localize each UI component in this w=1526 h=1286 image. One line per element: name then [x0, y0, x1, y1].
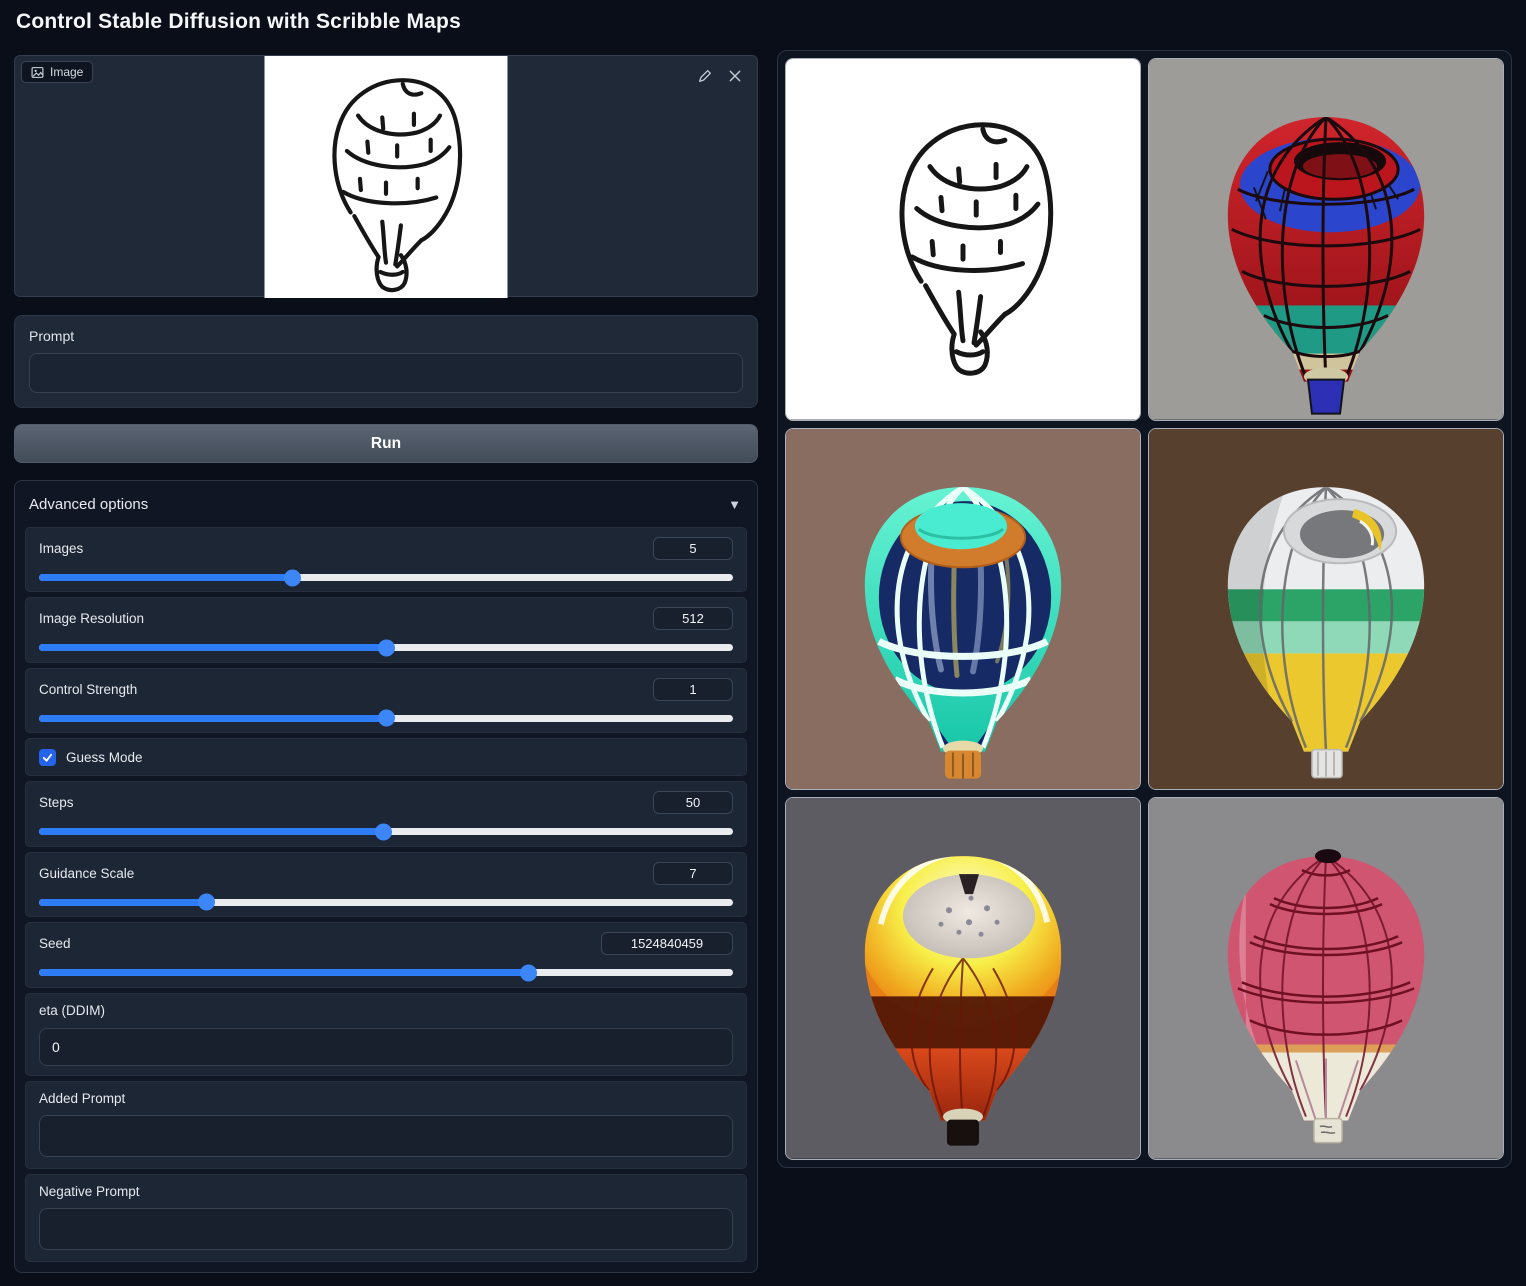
eta-row: eta (DDIM): [25, 992, 747, 1076]
image-component-label: Image: [50, 65, 84, 79]
gallery-item-pink-balloon[interactable]: [1148, 797, 1504, 1160]
control-strength-slider-handle[interactable]: [378, 709, 395, 727]
images-slider-track[interactable]: [39, 569, 733, 586]
result-gallery: [777, 50, 1512, 1168]
image-resolution-slider-track[interactable]: [39, 639, 733, 657]
advanced-options-label: Advanced options: [29, 495, 149, 513]
added-prompt-label: Added Prompt: [39, 1090, 126, 1106]
negative-prompt-input[interactable]: [39, 1207, 733, 1250]
steps-label: Steps: [39, 795, 74, 811]
uploaded-scribble-image[interactable]: [264, 56, 508, 298]
guidance-scale-value-input[interactable]: [653, 861, 733, 885]
steps-slider-track[interactable]: [39, 823, 733, 841]
images-slider-handle[interactable]: [284, 569, 302, 586]
guidance-scale-slider-handle[interactable]: [197, 893, 215, 911]
run-button[interactable]: Run: [14, 424, 758, 463]
chevron-down-icon: ▼: [728, 496, 741, 512]
negative-prompt-label: Negative Prompt: [39, 1183, 140, 1199]
prompt-panel: Prompt: [14, 315, 758, 408]
check-icon: [42, 753, 53, 762]
gallery-item-orange-balloon[interactable]: [785, 797, 1141, 1160]
image-resolution-label: Image Resolution: [39, 611, 145, 627]
guess-mode-row: Guess Mode: [25, 738, 747, 777]
images-slider-row: Images: [25, 527, 747, 593]
image-resolution-value-input[interactable]: [653, 607, 733, 631]
app-page: Control Stable Diffusion with Scribble M…: [0, 0, 1526, 1286]
control-strength-slider-row: Control Strength: [25, 667, 747, 734]
guess-mode-checkbox[interactable]: [39, 748, 56, 766]
negative-prompt-row: Negative Prompt: [25, 1173, 747, 1262]
steps-slider-row: Steps: [25, 781, 747, 847]
guidance-scale-slider-row: Guidance Scale: [25, 851, 747, 918]
control-strength-label: Control Strength: [39, 681, 138, 697]
page-title: Control Stable Diffusion with Scribble M…: [16, 10, 461, 33]
images-label: Images: [39, 541, 84, 556]
steps-value-input[interactable]: [653, 791, 733, 815]
gallery-item-red-balloon[interactable]: [1148, 58, 1504, 421]
advanced-options-accordion: Advanced options ▼ Images Image Resoluti…: [14, 480, 758, 1273]
added-prompt-input[interactable]: [39, 1114, 733, 1157]
control-strength-slider-track[interactable]: [39, 709, 733, 727]
steps-slider-handle[interactable]: [374, 823, 392, 841]
added-prompt-row: Added Prompt: [25, 1080, 747, 1169]
edit-icon[interactable]: [697, 68, 713, 84]
images-value-input[interactable]: [653, 537, 733, 560]
image-resolution-slider-handle[interactable]: [378, 639, 395, 657]
advanced-options-body: Images Image Resolution Control St: [25, 527, 747, 1262]
gallery-item-teal-balloon[interactable]: [785, 427, 1141, 791]
gallery-item-scribble[interactable]: [785, 58, 1141, 421]
image-icon: [31, 66, 44, 78]
guess-mode-label: Guess Mode: [66, 749, 143, 765]
seed-slider-row: Seed: [25, 922, 747, 988]
prompt-label: Prompt: [29, 328, 75, 344]
seed-slider-track[interactable]: [39, 964, 733, 982]
advanced-options-header[interactable]: Advanced options ▼: [15, 481, 757, 527]
prompt-input[interactable]: [29, 353, 743, 393]
image-resolution-slider-row: Image Resolution: [25, 597, 747, 663]
seed-label: Seed: [39, 936, 71, 952]
gallery-item-white-green-balloon[interactable]: [1148, 427, 1504, 791]
image-component-badge: Image: [21, 61, 94, 83]
seed-slider-handle[interactable]: [520, 964, 538, 982]
eta-label: eta (DDIM): [39, 1002, 106, 1018]
control-strength-value-input[interactable]: [653, 677, 733, 701]
image-input-panel[interactable]: Image: [14, 55, 758, 298]
guidance-scale-slider-track[interactable]: [39, 893, 733, 911]
eta-input[interactable]: [39, 1027, 733, 1066]
seed-value-input[interactable]: [601, 932, 733, 956]
guidance-scale-label: Guidance Scale: [39, 865, 135, 881]
close-icon[interactable]: [727, 68, 743, 84]
